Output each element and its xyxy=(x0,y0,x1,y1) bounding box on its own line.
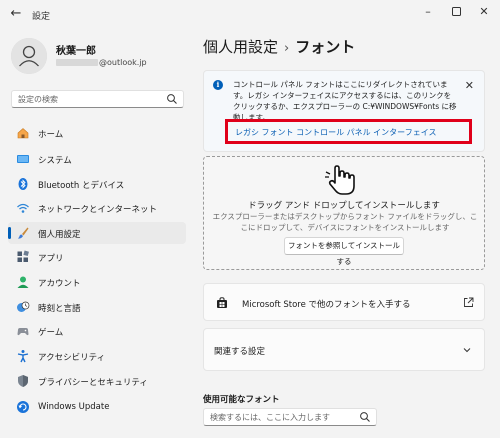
sidebar-item-label: ゲーム xyxy=(38,328,64,338)
redacted-email-part xyxy=(56,59,98,66)
sidebar-item-accounts[interactable]: アカウント xyxy=(8,271,186,293)
drop-zone-title: ドラッグ アンド ドロップしてインストールします xyxy=(248,201,440,211)
sidebar-item-windows-update[interactable]: Windows Update xyxy=(8,396,186,418)
breadcrumb-parent[interactable]: 個人用設定 xyxy=(203,38,278,56)
sidebar-item-label: アカウント xyxy=(38,279,81,289)
accessibility-icon xyxy=(17,350,29,363)
chevron-down-icon xyxy=(463,348,471,353)
close-icon[interactable]: ✕ xyxy=(465,79,474,92)
microsoft-store-fonts-link[interactable]: Microsoft Store で他のフォントを入手する xyxy=(203,283,485,321)
sidebar-item-label: プライバシーとセキュリティ xyxy=(38,378,148,388)
user-email-domain: @outlook.jp xyxy=(99,58,147,67)
sidebar-item-time-language[interactable]: 時刻と言語 xyxy=(8,296,186,318)
settings-search-placeholder: 設定の検索 xyxy=(18,95,58,104)
home-icon xyxy=(17,128,29,139)
sidebar-item-network[interactable]: ネットワークとインターネット xyxy=(8,197,186,219)
legacy-link-label: レガシ フォント コントロール パネル インターフェイス xyxy=(235,128,437,137)
available-fonts-heading: 使用可能なフォント xyxy=(203,395,280,405)
title-bar: ← 設定 – ✕ xyxy=(0,0,500,30)
info-message: コントロール パネル フォントはここにリダイレクトされています。レガシ インター… xyxy=(233,80,457,122)
store-link-label: Microsoft Store で他のフォントを入手する xyxy=(242,300,411,310)
breadcrumb-separator: › xyxy=(284,41,290,56)
maximize-icon[interactable] xyxy=(447,4,465,20)
shield-icon xyxy=(18,375,28,387)
drop-zone-subtitle: エクスプローラーまたはデスクトップからフォント ファイルをドラッグし、ここにドロ… xyxy=(212,212,478,232)
user-name: 秋葉一郎 xyxy=(56,46,96,57)
breadcrumb: 個人用設定 › フォント xyxy=(203,36,355,57)
update-icon xyxy=(17,401,29,413)
bluetooth-icon xyxy=(18,178,28,190)
sidebar-item-label: 個人用設定 xyxy=(38,230,81,240)
font-search-placeholder: 検索するには、ここに入力します xyxy=(210,413,330,422)
font-search-input[interactable]: 検索するには、ここに入力します xyxy=(203,408,377,426)
sidebar-item-label: アクセシビリティ xyxy=(38,353,106,363)
clock-globe-icon xyxy=(17,301,30,312)
sidebar-item-apps[interactable]: アプリ xyxy=(8,246,186,268)
user-email: @outlook.jp xyxy=(56,58,147,67)
avatar[interactable] xyxy=(11,38,47,74)
sidebar-item-system[interactable]: システム xyxy=(8,148,186,170)
external-link-icon xyxy=(464,297,474,307)
search-icon xyxy=(167,94,177,104)
drag-hand-icon xyxy=(325,165,355,195)
sidebar-item-gaming[interactable]: ゲーム xyxy=(8,320,186,342)
sidebar-item-label: 時刻と言語 xyxy=(38,304,81,314)
brush-icon xyxy=(18,227,29,239)
back-arrow-icon[interactable]: ← xyxy=(8,6,24,22)
sidebar-item-label: ホーム xyxy=(38,130,64,140)
close-icon[interactable]: ✕ xyxy=(475,4,493,20)
legacy-font-control-panel-link[interactable]: レガシ フォント コントロール パネル インターフェイス xyxy=(225,119,472,144)
search-icon xyxy=(360,412,370,422)
wifi-icon xyxy=(17,203,29,213)
sidebar-item-personalization[interactable]: 個人用設定 xyxy=(8,222,186,244)
sidebar-item-label: アプリ xyxy=(38,254,64,264)
info-icon: i xyxy=(213,80,223,90)
sidebar-item-label: ネットワークとインターネット xyxy=(38,205,158,215)
store-icon xyxy=(217,297,227,308)
sidebar-item-privacy[interactable]: プライバシーとセキュリティ xyxy=(8,370,186,392)
sidebar-item-accessibility[interactable]: アクセシビリティ xyxy=(8,345,186,367)
related-settings-expander[interactable]: 関連する設定 xyxy=(203,328,485,371)
settings-search-input[interactable]: 設定の検索 xyxy=(11,90,184,108)
sidebar-item-label: Bluetooth とデバイス xyxy=(38,181,125,191)
system-icon xyxy=(17,155,29,163)
related-settings-label: 関連する設定 xyxy=(214,347,266,357)
font-drop-zone[interactable]: ドラッグ アンド ドロップしてインストールします エクスプローラーまたはデスクト… xyxy=(203,156,485,270)
selection-indicator xyxy=(8,227,11,239)
account-icon xyxy=(17,276,29,288)
page-title: フォント xyxy=(295,38,356,56)
app-title: 設定 xyxy=(32,12,51,22)
info-bar: i コントロール パネル フォントはここにリダイレクトされています。レガシ イン… xyxy=(203,70,485,152)
browse-install-font-button[interactable]: フォントを参照してインストールする xyxy=(284,237,404,266)
apps-icon xyxy=(17,250,29,262)
sidebar-item-label: Windows Update xyxy=(38,402,110,412)
sidebar-item-home[interactable]: ホーム xyxy=(8,122,186,144)
minimize-icon[interactable]: – xyxy=(419,4,437,20)
gamepad-icon xyxy=(17,328,29,336)
sidebar-item-label: システム xyxy=(38,156,72,166)
sidebar-item-bluetooth[interactable]: Bluetooth とデバイス xyxy=(8,173,186,195)
